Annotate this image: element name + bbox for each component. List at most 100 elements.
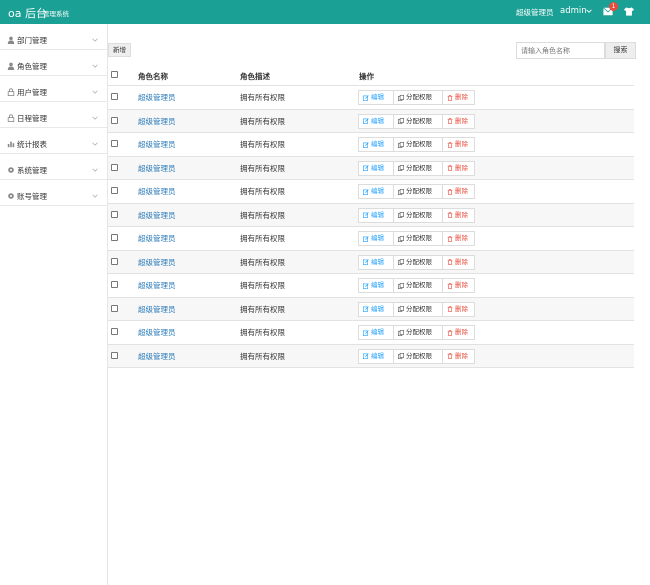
- edit-button[interactable]: 编辑: [358, 348, 394, 364]
- copy-icon: [398, 118, 404, 124]
- assign-permission-button[interactable]: 分配权限: [393, 184, 443, 199]
- app-logo[interactable]: oa 后台: [8, 5, 47, 21]
- role-name-link[interactable]: 超级管理员: [138, 233, 176, 244]
- chevron-down-icon[interactable]: [92, 141, 98, 147]
- edit-button[interactable]: 编辑: [358, 278, 394, 293]
- assign-permission-button[interactable]: 分配权限: [393, 207, 443, 223]
- delete-button[interactable]: 删除: [442, 90, 475, 105]
- edit-button[interactable]: 编辑: [358, 301, 394, 317]
- edit-button[interactable]: 编辑: [358, 184, 394, 199]
- role-name-link[interactable]: 超级管理员: [138, 116, 176, 127]
- role-name-link[interactable]: 超级管理员: [138, 257, 176, 268]
- assign-permission-label: 分配权限: [406, 234, 432, 242]
- table-row: 超级管理员 拥有所有权限 编辑 分配权限 删除: [108, 180, 634, 204]
- mail-badge: 1: [609, 2, 618, 11]
- sidebar-item[interactable]: 用户管理: [0, 82, 107, 102]
- assign-permission-button[interactable]: 分配权限: [393, 254, 443, 270]
- delete-button[interactable]: 删除: [442, 207, 475, 223]
- row-checkbox[interactable]: [111, 140, 118, 147]
- sidebar-item-label: 角色管理: [17, 62, 47, 71]
- row-checkbox[interactable]: [111, 281, 118, 288]
- edit-button[interactable]: 编辑: [358, 113, 394, 129]
- sidebar: 部门管理角色管理用户管理日程管理统计报表系统管理账号管理: [0, 24, 108, 585]
- delete-button[interactable]: 删除: [442, 301, 475, 317]
- role-name-link[interactable]: 超级管理员: [138, 186, 176, 197]
- sidebar-item[interactable]: 统计报表: [0, 134, 107, 154]
- edit-button[interactable]: 编辑: [358, 325, 394, 340]
- sidebar-item[interactable]: 系统管理: [0, 160, 107, 180]
- role-name-link[interactable]: 超级管理员: [138, 280, 176, 291]
- assign-permission-button[interactable]: 分配权限: [393, 301, 443, 317]
- row-checkbox[interactable]: [111, 328, 118, 335]
- edit-button[interactable]: 编辑: [358, 231, 394, 246]
- sidebar-item[interactable]: 日程管理: [0, 108, 107, 128]
- search-button[interactable]: 搜索: [605, 42, 636, 59]
- role-name-link[interactable]: 超级管理员: [138, 92, 176, 103]
- assign-permission-button[interactable]: 分配权限: [393, 137, 443, 152]
- role-name-link[interactable]: 超级管理员: [138, 327, 176, 338]
- edit-label: 编辑: [371, 116, 384, 125]
- edit-button[interactable]: 编辑: [358, 254, 394, 270]
- delete-button[interactable]: 删除: [442, 231, 475, 246]
- chevron-down-icon[interactable]: [92, 193, 98, 199]
- delete-button[interactable]: 删除: [442, 160, 475, 176]
- row-checkbox[interactable]: [111, 210, 118, 218]
- edit-icon: [363, 353, 369, 359]
- select-all-checkbox[interactable]: [111, 71, 118, 78]
- column-header-name: 角色名称: [138, 72, 168, 81]
- assign-permission-label: 分配权限: [406, 210, 432, 219]
- row-checkbox[interactable]: [111, 93, 118, 100]
- assign-permission-button[interactable]: 分配权限: [393, 90, 443, 105]
- delete-button[interactable]: 删除: [442, 184, 475, 199]
- chevron-down-icon[interactable]: [92, 63, 98, 69]
- chevron-down-icon[interactable]: [92, 37, 98, 43]
- chevron-down-icon[interactable]: [586, 8, 592, 14]
- delete-button[interactable]: 删除: [442, 113, 475, 129]
- role-name-link[interactable]: 超级管理员: [138, 163, 176, 174]
- role-description: 拥有所有权限: [240, 351, 285, 361]
- delete-button[interactable]: 删除: [442, 348, 475, 364]
- delete-button[interactable]: 删除: [442, 137, 475, 152]
- role-name-link[interactable]: 超级管理员: [138, 351, 176, 362]
- edit-button[interactable]: 编辑: [358, 160, 394, 176]
- sidebar-item[interactable]: 账号管理: [0, 186, 107, 206]
- row-checkbox[interactable]: [111, 116, 118, 124]
- delete-button[interactable]: 删除: [442, 325, 475, 340]
- edit-button[interactable]: 编辑: [358, 137, 394, 152]
- row-checkbox[interactable]: [111, 234, 118, 241]
- assign-permission-button[interactable]: 分配权限: [393, 278, 443, 293]
- trash-icon: [447, 353, 453, 359]
- assign-permission-button[interactable]: 分配权限: [393, 348, 443, 364]
- add-button[interactable]: 新增: [108, 43, 131, 57]
- row-actions: 编辑 分配权限 删除: [358, 254, 475, 270]
- edit-button[interactable]: 编辑: [358, 90, 394, 105]
- assign-permission-button[interactable]: 分配权限: [393, 231, 443, 246]
- assign-permission-button[interactable]: 分配权限: [393, 325, 443, 340]
- row-checkbox[interactable]: [111, 163, 118, 171]
- delete-button[interactable]: 删除: [442, 278, 475, 293]
- role-name-link[interactable]: 超级管理员: [138, 139, 176, 150]
- shirt-icon[interactable]: [624, 7, 634, 16]
- chevron-down-icon[interactable]: [92, 89, 98, 95]
- delete-label: 删除: [455, 281, 468, 289]
- row-checkbox[interactable]: [111, 304, 118, 312]
- chevron-down-icon[interactable]: [92, 115, 98, 121]
- assign-permission-button[interactable]: 分配权限: [393, 113, 443, 129]
- column-header-actions: 操作: [359, 72, 374, 81]
- row-checkbox[interactable]: [111, 257, 118, 265]
- sidebar-item[interactable]: 角色管理: [0, 56, 107, 76]
- role-description: 拥有所有权限: [240, 116, 285, 126]
- edit-button[interactable]: 编辑: [358, 207, 394, 223]
- sidebar-item[interactable]: 部门管理: [0, 30, 107, 50]
- role-name-link[interactable]: 超级管理员: [138, 210, 176, 221]
- assign-permission-button[interactable]: 分配权限: [393, 160, 443, 176]
- user-menu[interactable]: admin: [560, 6, 587, 16]
- role-description: 拥有所有权限: [240, 93, 285, 102]
- row-checkbox[interactable]: [111, 351, 118, 359]
- search-input[interactable]: [516, 42, 605, 59]
- delete-button[interactable]: 删除: [442, 254, 475, 270]
- role-name-link[interactable]: 超级管理员: [138, 304, 176, 315]
- chevron-down-icon[interactable]: [92, 167, 98, 173]
- row-checkbox[interactable]: [111, 187, 118, 194]
- table-row: 超级管理员 拥有所有权限 编辑 分配权限 删除: [108, 109, 634, 133]
